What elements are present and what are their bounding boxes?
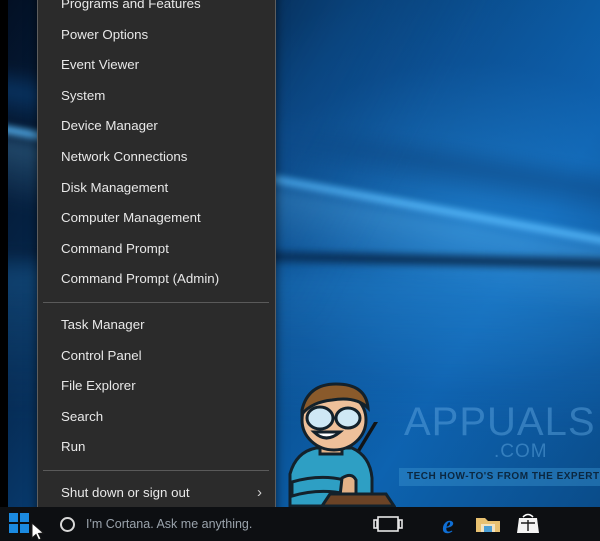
desktop-screen: APPUALS .COM TECH HOW-TO'S FROM THE EXPE…: [0, 0, 600, 541]
start-logo-tile: [9, 513, 18, 522]
menu-item-label: Power Options: [61, 26, 149, 42]
menu-item-command-prompt-admin[interactable]: Command Prompt (Admin): [38, 264, 275, 295]
menu-item-run[interactable]: Run: [38, 432, 275, 463]
winx-power-user-menu[interactable]: Programs and Features Power Options Event …: [37, 0, 276, 521]
menu-item-disk-management[interactable]: Disk Management: [38, 173, 275, 204]
menu-item-label: Run: [61, 439, 86, 455]
menu-separator: [43, 469, 269, 471]
start-button[interactable]: [9, 513, 31, 535]
chevron-right-icon: ›: [257, 483, 262, 501]
menu-item-control-panel[interactable]: Control Panel: [38, 341, 275, 372]
menu-item-label: Network Connections: [61, 148, 188, 164]
menu-item-network-connections[interactable]: Network Connections: [38, 142, 275, 173]
menu-item-label: File Explorer: [61, 378, 136, 394]
menu-item-shut-down-or-sign-out[interactable]: Shut down or sign out ›: [38, 478, 275, 509]
store-bag-glyph: [517, 513, 539, 533]
menu-item-label: Task Manager: [61, 316, 145, 332]
file-explorer-icon[interactable]: [468, 507, 508, 541]
menu-item-label: Command Prompt: [61, 240, 169, 256]
menu-item-label: Event Viewer: [61, 57, 140, 73]
start-logo-tile: [20, 513, 29, 522]
cortana-circle-icon: [60, 517, 75, 532]
menu-item-label: System: [61, 87, 106, 103]
menu-item-command-prompt[interactable]: Command Prompt: [38, 234, 275, 265]
task-view-glyph: [373, 516, 403, 532]
menu-item-label: Control Panel: [61, 347, 142, 363]
cortana-placeholder: I'm Cortana. Ask me anything.: [86, 517, 253, 531]
taskbar: I'm Cortana. Ask me anything. e: [0, 507, 600, 541]
menu-item-power-options[interactable]: Power Options: [38, 20, 275, 51]
edge-icon[interactable]: e: [428, 507, 468, 541]
menu-item-label: Computer Management: [61, 210, 201, 226]
menu-separator: [43, 301, 269, 303]
microsoft-store-icon[interactable]: [508, 507, 548, 541]
menu-item-label: Programs and Features: [61, 0, 201, 11]
menu-item-system[interactable]: System: [38, 81, 275, 112]
menu-item-label: Search: [61, 408, 104, 424]
menu-item-file-explorer[interactable]: File Explorer: [38, 371, 275, 402]
menu-item-computer-management[interactable]: Computer Management: [38, 203, 275, 234]
cortana-search-box[interactable]: I'm Cortana. Ask me anything.: [44, 507, 342, 541]
menu-item-programs-and-features[interactable]: Programs and Features: [38, 0, 275, 20]
menu-item-device-manager[interactable]: Device Manager: [38, 111, 275, 142]
svg-text:e: e: [442, 510, 454, 539]
menu-item-task-manager[interactable]: Task Manager: [38, 310, 275, 341]
folder-glyph: [476, 518, 500, 532]
menu-item-label: Command Prompt (Admin): [61, 271, 220, 287]
start-logo-tile: [9, 524, 18, 533]
start-logo-tile: [20, 524, 29, 533]
task-view-icon[interactable]: [368, 507, 408, 541]
menu-item-event-viewer[interactable]: Event Viewer: [38, 50, 275, 81]
menu-item-label: Device Manager: [61, 118, 158, 134]
menu-item-label: Shut down or sign out: [61, 484, 190, 500]
menu-item-search[interactable]: Search: [38, 402, 275, 433]
menu-item-label: Disk Management: [61, 179, 169, 195]
edge-glyph: e: [442, 510, 454, 539]
